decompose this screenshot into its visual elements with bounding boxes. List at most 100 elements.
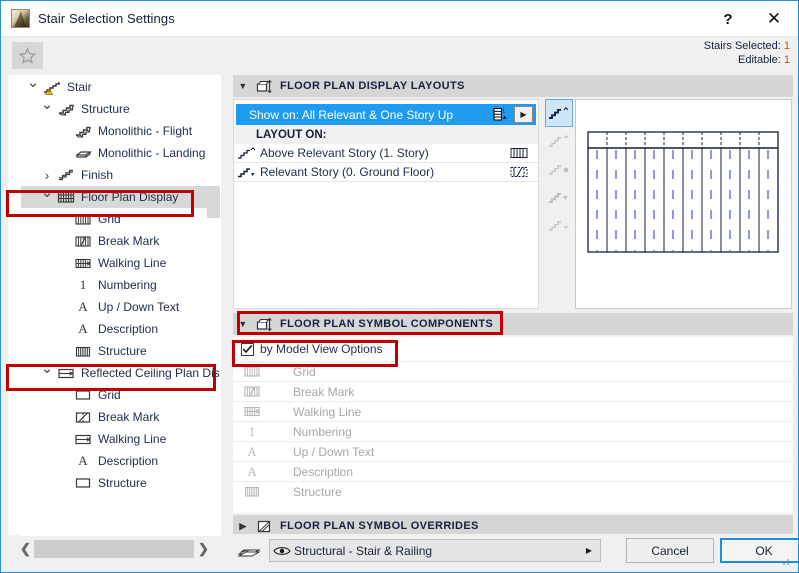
- flight-icon: [72, 120, 94, 142]
- component-row: Walking Line: [233, 401, 793, 421]
- floorplan-grid-icon: [55, 186, 77, 208]
- text-a-icon: A: [72, 450, 94, 472]
- tree-item-structure[interactable]: Structure: [21, 472, 220, 494]
- chevron-down-icon[interactable]: [39, 98, 55, 120]
- tree-item-grid[interactable]: Grid: [21, 384, 220, 406]
- scroll-right-icon[interactable]: ❯: [191, 538, 216, 560]
- walkingline-icon: [244, 406, 261, 417]
- show-on-next-button[interactable]: ▶: [514, 106, 533, 123]
- component-row: A Description: [233, 461, 793, 481]
- tree-item-walking-line[interactable]: Walking Line: [21, 252, 220, 274]
- tree-item-grid[interactable]: Grid: [21, 208, 220, 230]
- svg-text:1: 1: [502, 108, 505, 114]
- breakmark-icon: [233, 385, 271, 398]
- stair-view-above-one-up-button[interactable]: [545, 99, 573, 127]
- structure-icon: [55, 98, 77, 120]
- section-title: FLOOR PLAN SYMBOL COMPONENTS: [280, 318, 494, 330]
- chevron-down-icon[interactable]: ▼: [233, 81, 253, 91]
- text-a-icon: A: [78, 453, 88, 468]
- tree-hscroll-thumb[interactable]: [34, 540, 194, 558]
- stairs-selected-label: Stairs Selected:: [703, 40, 781, 52]
- layout-row[interactable]: Above Relevant Story (1. Story): [234, 144, 538, 163]
- rect-icon: [75, 478, 91, 488]
- rcp-breakmark-icon: [72, 406, 94, 428]
- text-a-icon: A: [72, 296, 94, 318]
- tree-item-stair[interactable]: Stair: [21, 76, 220, 98]
- break-swatch-icon: [510, 167, 528, 177]
- chevron-right-icon[interactable]: ▶: [233, 521, 253, 532]
- tree-item-finish[interactable]: Finish: [21, 164, 220, 186]
- model-view-combo[interactable]: Structural - Stair & Railing ▶: [269, 539, 601, 562]
- structure-icon: [58, 104, 74, 116]
- tree-item-description[interactable]: A Description: [21, 450, 220, 472]
- walkingline-icon: [72, 252, 94, 274]
- tree-item-monolithic-landing[interactable]: Monolithic - Landing: [21, 142, 220, 164]
- chevron-right-icon[interactable]: [39, 164, 55, 186]
- layout-on-header: LAYOUT ON:: [234, 125, 538, 144]
- component-row: Structure: [233, 481, 793, 501]
- preview-drawing: [576, 100, 791, 308]
- tree-item-label: Description: [98, 322, 159, 336]
- stair-view-above-button[interactable]: [545, 127, 573, 155]
- rect-icon: [75, 390, 91, 400]
- chevron-down-icon[interactable]: ▼: [233, 319, 253, 329]
- chevron-down-icon[interactable]: [39, 362, 55, 384]
- by-model-view-options-row[interactable]: by Model View Options: [233, 337, 793, 361]
- tree-vertical-scrollbar-thumb[interactable]: [207, 192, 220, 218]
- check-icon: [242, 344, 253, 354]
- show-on-row[interactable]: Show on: All Relevant & One Story Up 1 ▶: [236, 104, 536, 125]
- tree-item-reflected-ceiling-plan-displa[interactable]: Reflected Ceiling Plan Displa: [21, 362, 220, 384]
- model-view-combo-value: Structural - Stair & Railing: [294, 543, 433, 558]
- layout-row[interactable]: Relevant Story (0. Ground Floor): [234, 163, 538, 182]
- component-row: 1 Numbering: [233, 421, 793, 441]
- tree-item-break-mark[interactable]: Break Mark: [21, 230, 220, 252]
- show-on-label: Show on: All Relevant & One Story Up: [249, 107, 454, 122]
- break-swatch-icon[interactable]: [508, 165, 530, 179]
- stairs-selected-value: 1: [783, 40, 790, 52]
- stair-view-relevant-dot-button[interactable]: [545, 155, 573, 183]
- tree-item-structure[interactable]: Structure: [21, 98, 220, 120]
- section-header-floor-plan-display-layouts[interactable]: ▼ FLOOR PLAN DISPLAY LAYOUTS: [233, 75, 793, 97]
- tree-item-label: Monolithic - Landing: [98, 146, 206, 160]
- component-row-label: Break Mark: [293, 384, 355, 399]
- title-bar: Stair Selection Settings ? ✕: [1, 1, 798, 37]
- by-model-view-options-checkbox[interactable]: [241, 342, 254, 356]
- tree-item-label: Structure: [98, 476, 147, 490]
- section-header-floor-plan-symbol-components[interactable]: ▼ FLOOR PLAN SYMBOL COMPONENTS: [233, 313, 793, 335]
- star-icon: [18, 46, 37, 64]
- layout-row-label: Above Relevant Story (1. Story): [260, 146, 429, 160]
- stair-view-above-icon: [549, 135, 569, 147]
- tree-item-label: Grid: [98, 388, 121, 402]
- chevron-down-icon[interactable]: [25, 76, 41, 98]
- rect-icon: [72, 472, 94, 494]
- tree-item-monolithic-flight[interactable]: Monolithic - Flight: [21, 120, 220, 142]
- tree-item-floor-plan-display[interactable]: Floor Plan Display: [21, 186, 220, 208]
- tree-item-break-mark[interactable]: Break Mark: [21, 406, 220, 428]
- tree-item-label: Walking Line: [98, 432, 167, 446]
- grid-swatch-icon[interactable]: [508, 146, 530, 160]
- tree-item-description[interactable]: A Description: [21, 318, 220, 340]
- finish-icon: [55, 164, 77, 186]
- tree-item-structure[interactable]: Structure: [21, 340, 220, 362]
- tree-item-up-down-text[interactable]: A Up / Down Text: [21, 296, 220, 318]
- stair-view-below-button[interactable]: [545, 211, 573, 239]
- tree-item-walking-line[interactable]: Walking Line: [21, 428, 220, 450]
- close-button[interactable]: ✕: [752, 1, 796, 37]
- structure-hatch-icon: [233, 485, 271, 498]
- chevron-right-icon[interactable]: ▶: [586, 546, 592, 555]
- section-title: FLOOR PLAN SYMBOL OVERRIDES: [280, 520, 479, 532]
- chevron-down-icon[interactable]: [39, 186, 55, 208]
- tree-item-numbering[interactable]: 1 Numbering: [21, 274, 220, 296]
- stair-view-relevant-button[interactable]: [545, 183, 573, 211]
- favorites-button[interactable]: [12, 42, 43, 69]
- landing-icon: [75, 151, 92, 158]
- tree-horizontal-scrollbar[interactable]: ❮ ❯: [8, 538, 221, 560]
- overrides-icon: [253, 519, 275, 534]
- grid-icon: [244, 366, 260, 377]
- resize-grip[interactable]: [780, 556, 790, 566]
- help-button[interactable]: ?: [706, 1, 750, 37]
- cancel-button[interactable]: Cancel: [626, 538, 714, 563]
